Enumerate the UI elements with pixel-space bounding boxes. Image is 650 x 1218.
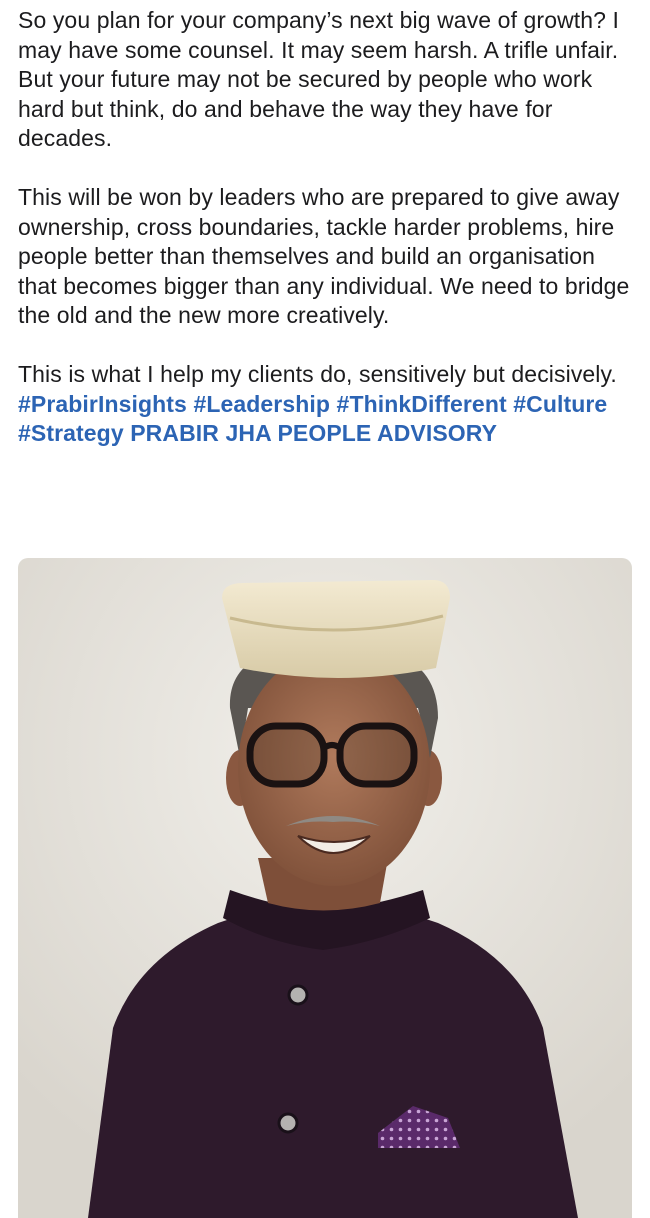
hashtag-strategy[interactable]: #Strategy [18, 420, 124, 446]
post-body: So you plan for your company’s next big … [18, 6, 640, 449]
hashtag-thinkdifferent[interactable]: #ThinkDifferent [337, 391, 507, 417]
mention-prabir-jha-people-advisory[interactable]: PRABIR JHA PEOPLE ADVISORY [130, 420, 497, 446]
post-paragraph-1: So you plan for your company’s next big … [18, 7, 620, 151]
post-paragraph-3: This is what I help my clients do, sensi… [18, 360, 640, 449]
hashtag-prabirinsights[interactable]: #PrabirInsights [18, 391, 187, 417]
hashtag-leadership[interactable]: #Leadership [193, 391, 330, 417]
post-paragraph-2: This will be won by leaders who are prep… [18, 184, 630, 328]
hashtag-culture[interactable]: #Culture [513, 391, 607, 417]
post-photo[interactable] [18, 558, 632, 1218]
portrait-image [18, 558, 632, 1218]
closing-text: This is what I help my clients do, sensi… [18, 361, 617, 387]
